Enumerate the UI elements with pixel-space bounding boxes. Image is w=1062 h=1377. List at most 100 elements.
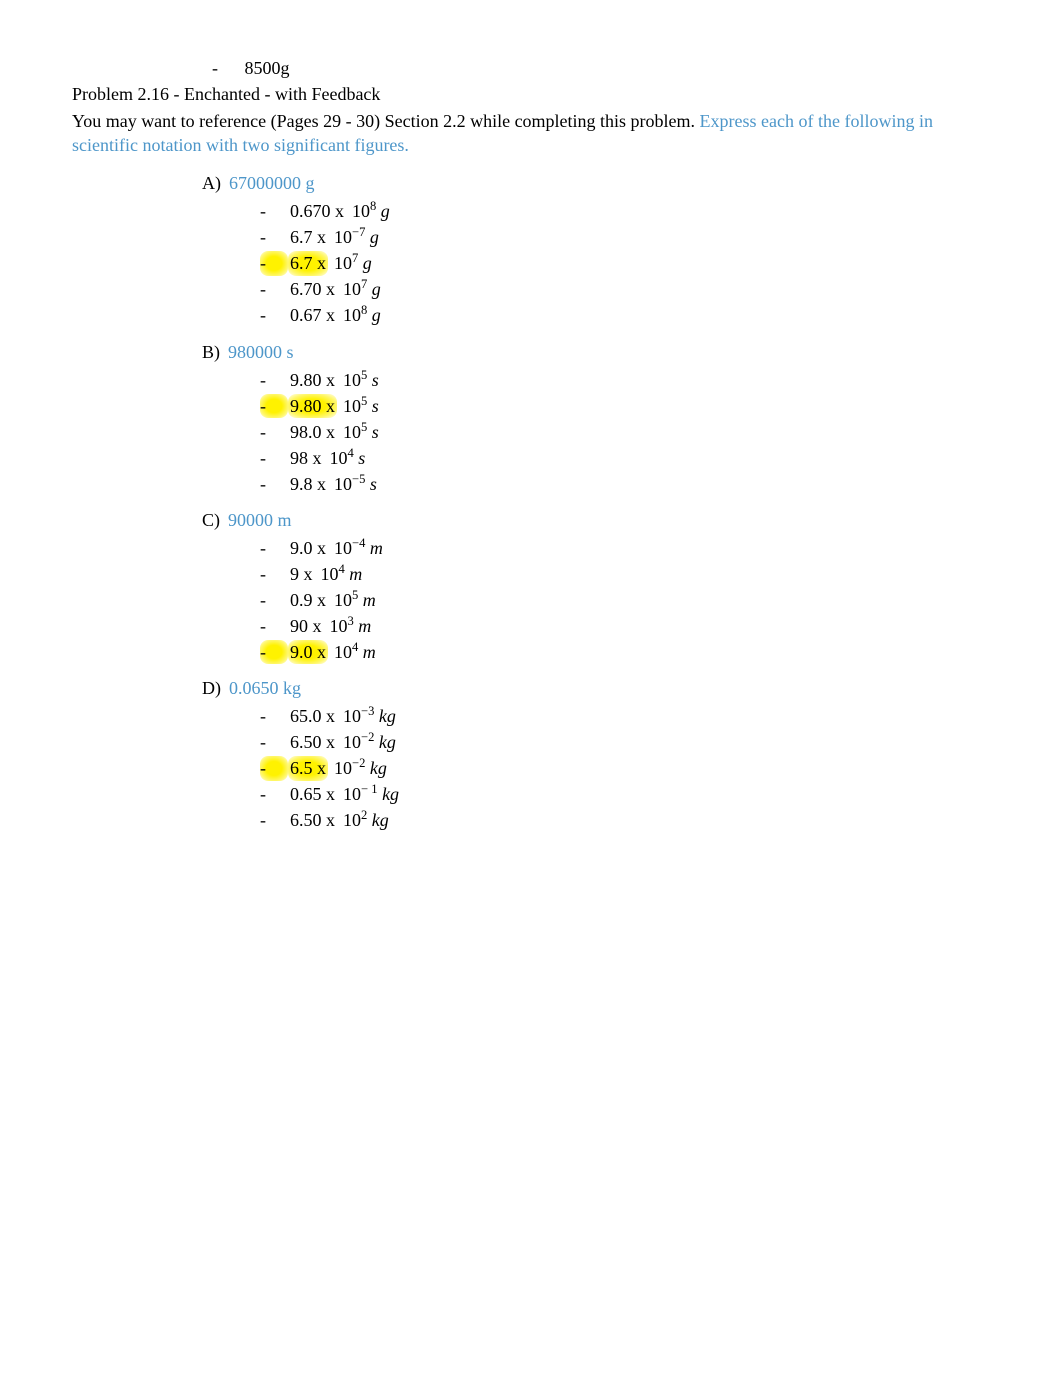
option-item: -9 x 104 m bbox=[260, 560, 990, 586]
option-exponent: −5 bbox=[352, 472, 365, 486]
option-dash: - bbox=[260, 782, 288, 806]
question-header: B)980000 s bbox=[202, 340, 990, 364]
option-dash: - bbox=[260, 730, 288, 754]
option-coefficient: 9.8 x bbox=[288, 472, 328, 496]
pre-list-text: 8500g bbox=[245, 58, 290, 78]
option-base: 10 bbox=[343, 370, 361, 390]
option-item: -9.80 x 105 s bbox=[260, 392, 990, 418]
option-coefficient: 9 x bbox=[288, 562, 315, 586]
option-item: -6.70 x 107 g bbox=[260, 276, 990, 302]
option-dash: - bbox=[260, 640, 288, 664]
option-exponent: −4 bbox=[352, 536, 365, 550]
option-base: 10 bbox=[334, 538, 352, 558]
option-power: 108 g bbox=[343, 303, 381, 327]
option-item: -0.9 x 105 m bbox=[260, 586, 990, 612]
option-base: 10 bbox=[334, 253, 352, 273]
option-dash: - bbox=[260, 614, 288, 638]
option-power: 102 kg bbox=[343, 808, 389, 832]
options-list: -9.0 x 10−4 m-9 x 104 m-0.9 x 105 m-90 x… bbox=[260, 534, 990, 664]
option-power: 108 g bbox=[352, 199, 390, 223]
option-dash: - bbox=[260, 536, 288, 560]
option-item: -6.50 x 102 kg bbox=[260, 807, 990, 833]
option-item: -9.0 x 10−4 m bbox=[260, 534, 990, 560]
option-base: 10 bbox=[343, 784, 361, 804]
option-item: -6.7 x 10−7 g bbox=[260, 224, 990, 250]
option-base: 10 bbox=[334, 227, 352, 247]
option-power: 10−4 m bbox=[334, 536, 383, 560]
option-item: -90 x 103 m bbox=[260, 612, 990, 638]
option-unit: g bbox=[358, 253, 372, 273]
question-letter: C) bbox=[202, 510, 228, 530]
option-base: 10 bbox=[343, 396, 361, 416]
option-unit: m bbox=[358, 590, 376, 610]
option-power: 107 g bbox=[343, 277, 381, 301]
option-dash: - bbox=[260, 420, 288, 444]
option-unit: g bbox=[367, 305, 381, 325]
option-coefficient: 0.9 x bbox=[288, 588, 328, 612]
option-item: -65.0 x 10−3 kg bbox=[260, 703, 990, 729]
option-unit: kg bbox=[378, 784, 400, 804]
option-dash: - bbox=[260, 808, 288, 832]
option-item: -0.65 x 10− 1 kg bbox=[260, 781, 990, 807]
option-base: 10 bbox=[334, 758, 352, 778]
option-coefficient: 0.670 x bbox=[288, 199, 346, 223]
option-base: 10 bbox=[343, 305, 361, 325]
option-power: 10−2 kg bbox=[343, 730, 396, 754]
question-letter: B) bbox=[202, 342, 228, 362]
option-exponent: −2 bbox=[352, 756, 365, 770]
option-base: 10 bbox=[321, 564, 339, 584]
question-letter: A) bbox=[202, 173, 229, 193]
option-coefficient: 0.67 x bbox=[288, 303, 337, 327]
option-unit: s bbox=[367, 396, 379, 416]
option-dash: - bbox=[260, 588, 288, 612]
option-power: 10−2 kg bbox=[334, 756, 387, 780]
option-dash: - bbox=[260, 704, 288, 728]
option-coefficient: 98.0 x bbox=[288, 420, 337, 444]
question-prompt: 90000 m bbox=[228, 510, 292, 530]
option-coefficient: 9.80 x bbox=[288, 394, 337, 418]
option-item: -9.0 x 104 m bbox=[260, 638, 990, 664]
option-dash: - bbox=[260, 251, 288, 275]
option-unit: m bbox=[358, 642, 376, 662]
option-power: 103 m bbox=[330, 614, 372, 638]
option-base: 10 bbox=[330, 616, 348, 636]
option-power: 105 m bbox=[334, 588, 376, 612]
options-list: -9.80 x 105 s-9.80 x 105 s-98.0 x 105 s-… bbox=[260, 366, 990, 496]
option-item: -0.670 x 108 g bbox=[260, 197, 990, 223]
option-base: 10 bbox=[334, 590, 352, 610]
option-base: 10 bbox=[343, 706, 361, 726]
option-unit: kg bbox=[374, 732, 396, 752]
option-item: -6.50 x 10−2 kg bbox=[260, 729, 990, 755]
option-exponent: − 1 bbox=[361, 782, 378, 796]
question-prompt: 980000 s bbox=[228, 342, 294, 362]
option-unit: m bbox=[345, 564, 363, 584]
option-exponent: −3 bbox=[361, 704, 374, 718]
question-prompt: 0.0650 kg bbox=[229, 678, 301, 698]
option-dash: - bbox=[260, 756, 288, 780]
option-unit: kg bbox=[365, 758, 387, 778]
option-power: 105 s bbox=[343, 368, 379, 392]
intro-text: You may want to reference (Pages 29 - 30… bbox=[72, 109, 990, 158]
options-list: -65.0 x 10−3 kg-6.50 x 10−2 kg-6.5 x 10−… bbox=[260, 703, 990, 833]
option-power: 10−3 kg bbox=[343, 704, 396, 728]
option-coefficient: 6.7 x bbox=[288, 251, 328, 275]
option-base: 10 bbox=[352, 201, 370, 221]
option-unit: g bbox=[367, 279, 381, 299]
option-base: 10 bbox=[343, 279, 361, 299]
option-unit: g bbox=[365, 227, 379, 247]
option-coefficient: 6.7 x bbox=[288, 225, 328, 249]
option-unit: kg bbox=[374, 706, 396, 726]
option-coefficient: 9.0 x bbox=[288, 536, 328, 560]
option-item: -98 x 104 s bbox=[260, 444, 990, 470]
option-unit: s bbox=[365, 474, 377, 494]
option-dash: - bbox=[260, 277, 288, 301]
option-base: 10 bbox=[330, 448, 348, 468]
option-unit: g bbox=[376, 201, 390, 221]
option-dash: - bbox=[260, 303, 288, 327]
option-coefficient: 0.65 x bbox=[288, 782, 337, 806]
option-dash: - bbox=[260, 394, 288, 418]
option-unit: m bbox=[365, 538, 383, 558]
option-power: 105 s bbox=[343, 420, 379, 444]
pre-list-item: 8500g bbox=[212, 56, 990, 80]
option-power: 10− 1 kg bbox=[343, 782, 399, 806]
